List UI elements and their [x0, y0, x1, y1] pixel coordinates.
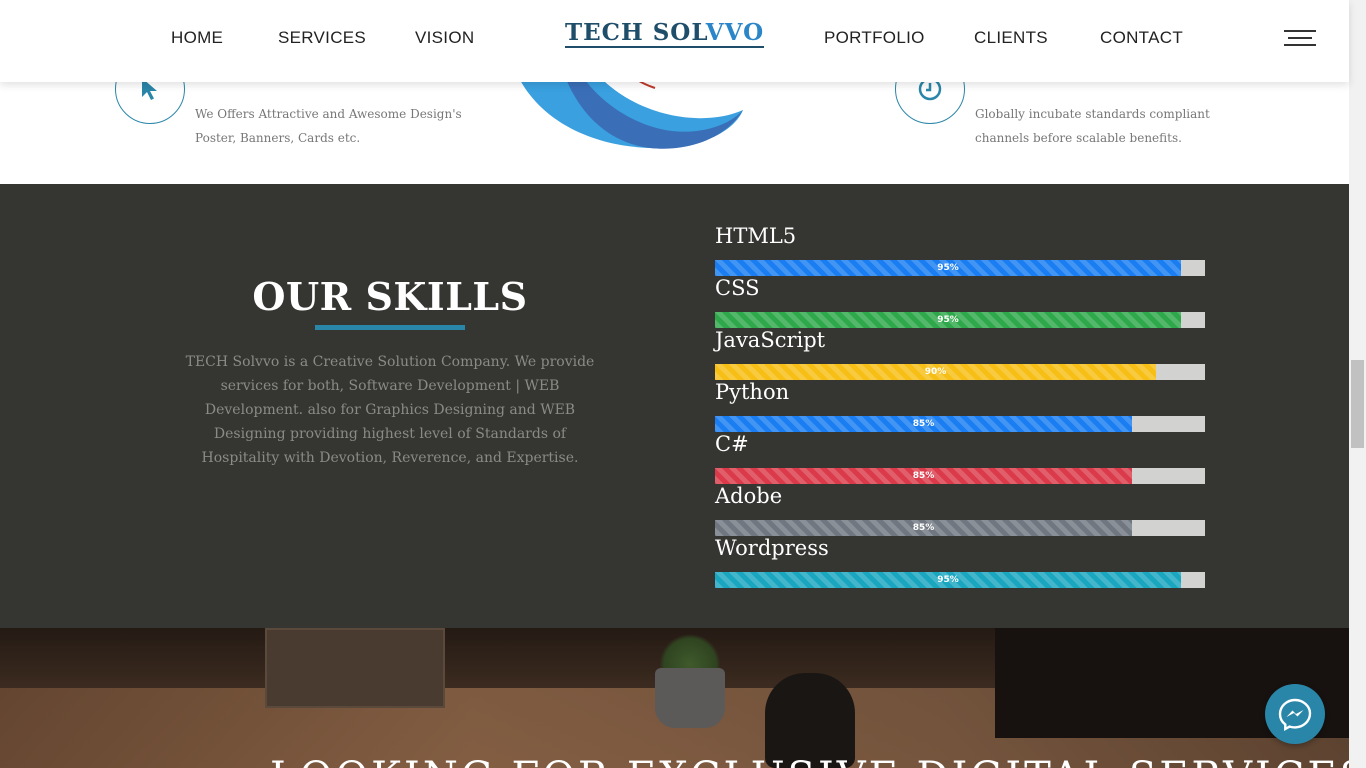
skill-label: Wordpress: [715, 536, 829, 560]
pot-image: [655, 668, 725, 728]
skill-percent-label: 95%: [937, 575, 959, 585]
skill-progress-track: 85%: [715, 468, 1205, 484]
nav-services[interactable]: SERVICES: [278, 28, 366, 48]
skill-progress-track: 90%: [715, 364, 1205, 380]
nav-vision[interactable]: VISION: [415, 28, 474, 48]
service-description: We Offers Attractive and Awesome Design'…: [195, 107, 462, 145]
skill-progress-track: 95%: [715, 572, 1205, 588]
skill-percent-label: 85%: [912, 471, 935, 481]
navbar: HOME SERVICES VISION TECH SOLVVO PORTFOL…: [0, 0, 1349, 82]
skill-label: HTML5: [715, 224, 797, 248]
skill-progress-fill: 85%: [715, 520, 1132, 536]
skill-percent-label: 95%: [937, 315, 959, 325]
banner-headline: LOOKING FOR EXCLUSIVE DIGITAL SERVICES?: [270, 754, 1349, 768]
skill-progress-track: 85%: [715, 416, 1205, 432]
hamburger-icon[interactable]: [1284, 28, 1316, 48]
skill-percent-label: 90%: [924, 367, 947, 377]
skill-progress-track: 95%: [715, 260, 1205, 276]
banner-section: LOOKING FOR EXCLUSIVE DIGITAL SERVICES?: [0, 628, 1349, 768]
skills-section: OUR SKILLS TECH Solvvo is a Creative Sol…: [0, 184, 1349, 628]
skill-progress-fill: 95%: [715, 572, 1181, 588]
skill-label: CSS: [715, 276, 760, 300]
skill-progress-fill: 90%: [715, 364, 1156, 380]
logo-text: TECH SOL: [565, 19, 706, 46]
skill-percent-label: 85%: [912, 523, 935, 533]
skill-label: JavaScript: [715, 328, 826, 352]
nav-contact[interactable]: CONTACT: [1100, 28, 1183, 48]
skill-progress-fill: 85%: [715, 416, 1132, 432]
scrollbar-thumb[interactable]: [1351, 360, 1364, 448]
nav-clients[interactable]: CLIENTS: [974, 28, 1048, 48]
skill-percent-label: 95%: [937, 263, 959, 273]
skill-label: Python: [715, 380, 790, 404]
messenger-icon: [1278, 698, 1312, 732]
skill-progress-track: 95%: [715, 312, 1205, 328]
device-image: [265, 628, 445, 708]
skill-label: C#: [715, 432, 749, 456]
skill-progress-fill: 95%: [715, 312, 1181, 328]
logo-accent: VVO: [705, 19, 765, 46]
skill-progress-track: 85%: [715, 520, 1205, 536]
nav-home[interactable]: HOME: [171, 28, 223, 48]
messenger-button[interactable]: [1265, 684, 1325, 744]
skill-percent-label: 85%: [912, 419, 935, 429]
skills-title: OUR SKILLS: [252, 274, 528, 319]
logo[interactable]: TECH SOLVVO: [565, 19, 765, 48]
skill-label: Adobe: [715, 484, 783, 508]
service-description: Globally incubate standards compliant ch…: [975, 107, 1210, 145]
skill-progress-fill: 85%: [715, 468, 1132, 484]
title-underline: [315, 325, 465, 330]
skill-progress-fill: 95%: [715, 260, 1181, 276]
nav-portfolio[interactable]: PORTFOLIO: [824, 28, 925, 48]
skills-description: TECH Solvvo is a Creative Solution Compa…: [185, 354, 595, 466]
